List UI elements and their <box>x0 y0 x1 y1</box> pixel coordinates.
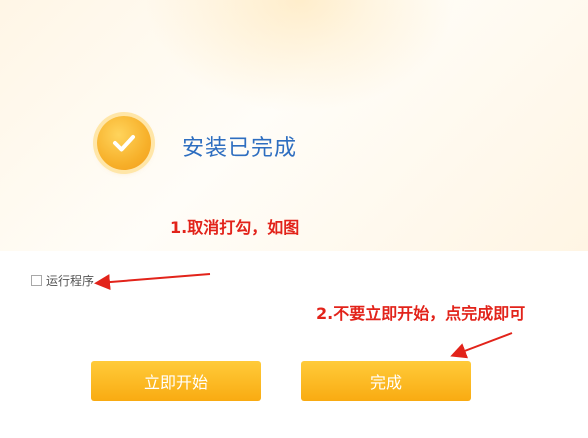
run-program-option[interactable]: 运行程序 <box>31 272 94 289</box>
finish-button[interactable]: 完成 <box>301 361 471 401</box>
arrow-to-finish-button <box>450 332 513 359</box>
annotation-step-2: 2.不要立即开始，点完成即可 <box>316 304 526 323</box>
check-icon <box>113 135 135 152</box>
annotation-step-1: 1.取消打勾，如图 <box>170 218 300 237</box>
install-complete-title: 安装已完成 <box>182 136 298 161</box>
start-now-button[interactable]: 立即开始 <box>91 361 261 401</box>
arrow-to-checkbox <box>94 273 211 291</box>
run-program-label: 运行程序 <box>46 274 95 288</box>
run-program-checkbox[interactable] <box>31 275 42 286</box>
success-check-icon <box>97 116 151 170</box>
